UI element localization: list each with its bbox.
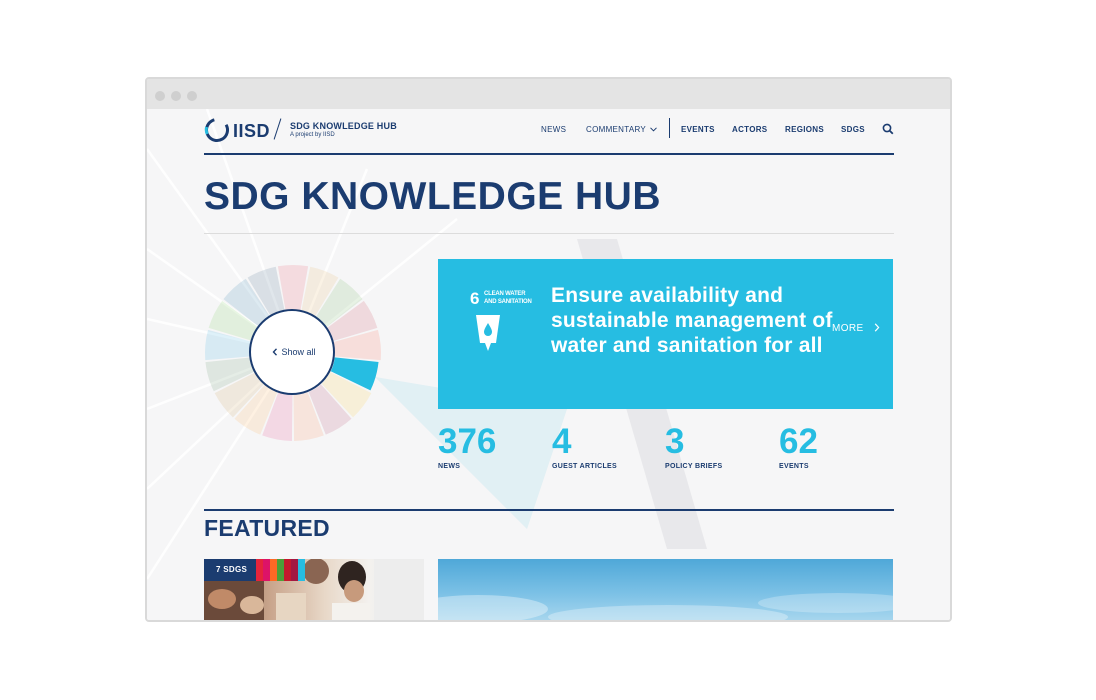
sdg-strip-swatch — [256, 559, 263, 581]
stat-guest-articles[interactable]: 4 GUEST ARTICLES — [552, 422, 617, 470]
featured-divider — [204, 509, 894, 511]
featured-title: FEATURED — [204, 515, 330, 541]
page-title: SDG KNOWLEDGE HUB — [204, 175, 661, 218]
stat-events[interactable]: 62 EVENTS — [779, 422, 818, 470]
sdg-strip-swatch — [298, 559, 305, 581]
stat-value: 376 — [438, 422, 497, 461]
chevron-left-icon — [273, 348, 278, 356]
site-name[interactable]: SDG KNOWLEDGE HUB — [290, 121, 397, 131]
window-close-dot[interactable] — [155, 91, 165, 101]
nav-actors[interactable]: ACTORS — [732, 125, 767, 134]
site-header: IISD SDG KNOWLEDGE HUB A project by IISD… — [204, 109, 894, 155]
water-glass-icon — [476, 315, 500, 351]
browser-toolbar — [147, 79, 950, 109]
title-divider — [204, 233, 894, 234]
goal-card[interactable]: 6 CLEAN WATER AND SANITATION Ensure avai… — [438, 259, 893, 409]
nav-commentary-label: COMMENTARY — [586, 125, 646, 134]
stat-label: EVENTS — [779, 463, 809, 470]
stat-news[interactable]: 376 NEWS — [438, 422, 496, 470]
sdg-strip-swatch — [284, 559, 291, 581]
stat-value: 62 — [779, 422, 818, 461]
featured-card-2[interactable] — [438, 559, 893, 620]
sdg-count-label: 7 SDGS — [216, 565, 248, 574]
page-viewport: IISD SDG KNOWLEDGE HUB A project by IISD… — [147, 109, 950, 620]
stat-policy-briefs[interactable]: 3 POLICY BRIEFS — [665, 422, 722, 470]
nav-divider — [669, 118, 670, 138]
stat-label: GUEST ARTICLES — [552, 463, 617, 470]
sdg-color-strip — [256, 559, 305, 581]
show-all-text: Show all — [281, 347, 316, 357]
nav-events[interactable]: EVENTS — [681, 125, 715, 134]
site-tagline: A project by IISD — [290, 132, 335, 138]
featured-card-1[interactable]: 7 SDGS — [204, 559, 424, 620]
stat-value: 4 — [552, 422, 572, 461]
window-maximize-dot[interactable] — [187, 91, 197, 101]
nav-news[interactable]: NEWS — [541, 125, 566, 134]
featured-photo-sky — [438, 593, 893, 620]
sdg-strip-swatch — [263, 559, 270, 581]
nav-sdgs[interactable]: SDGS — [841, 125, 865, 134]
stat-label: NEWS — [438, 463, 461, 470]
sdg-strip-swatch — [270, 559, 277, 581]
chevron-down-icon — [650, 127, 658, 132]
iisd-logo-text[interactable]: IISD — [233, 121, 270, 142]
show-all-label: Show all — [251, 347, 337, 357]
search-icon[interactable] — [882, 123, 894, 135]
sdg-count-badge[interactable]: 7 SDGS — [204, 559, 256, 581]
stat-value: 3 — [665, 422, 685, 461]
sdg-strip-swatch — [291, 559, 298, 581]
goal-more-label: MORE — [832, 323, 864, 334]
nav-regions[interactable]: REGIONS — [785, 125, 824, 134]
show-all-button[interactable]: Show all — [249, 309, 335, 395]
sdg-strip-swatch — [277, 559, 284, 581]
goal-heading: Ensure availability and sustainable mana… — [551, 284, 833, 357]
iisd-logo-ring-icon[interactable] — [204, 117, 230, 143]
window-minimize-dot[interactable] — [171, 91, 181, 101]
browser-window: IISD SDG KNOWLEDGE HUB A project by IISD… — [145, 77, 952, 622]
stat-label: POLICY BRIEFS — [665, 463, 723, 470]
goal-more-link[interactable]: MORE — [832, 323, 880, 334]
chevron-right-icon — [874, 323, 880, 332]
nav-commentary[interactable]: COMMENTARY — [586, 125, 658, 134]
logo-divider — [273, 118, 282, 140]
